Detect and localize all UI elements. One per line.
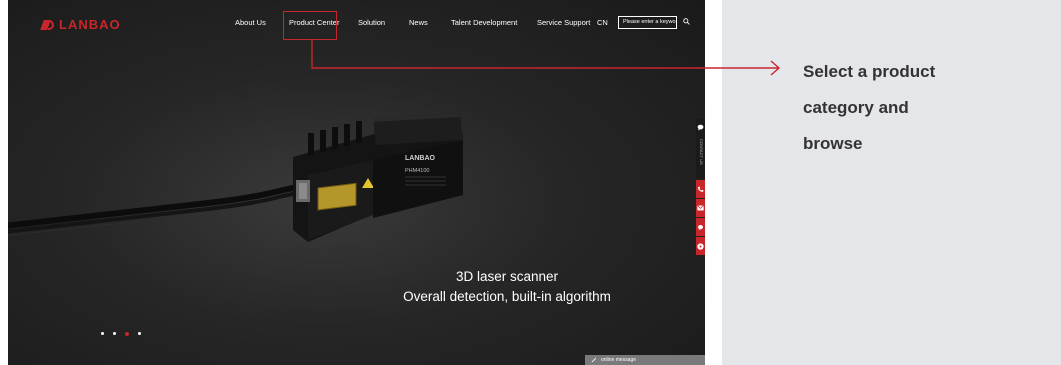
phone-icon xyxy=(698,186,704,192)
hero-caption: 3D laser scanner Overall detection, buil… xyxy=(384,269,630,305)
contact-panel[interactable]: CONTACT US xyxy=(696,119,705,179)
nav-item-news[interactable]: News xyxy=(409,18,428,27)
pencil-icon xyxy=(591,357,597,363)
nav-item-talent-development[interactable]: Talent Development xyxy=(451,18,517,27)
annotation-text: Select a product category and browse xyxy=(803,54,1003,162)
nav-item-service-support[interactable]: Service Support xyxy=(537,18,590,27)
brand-logo[interactable]: LANBAO xyxy=(42,17,121,32)
carousel-dot[interactable] xyxy=(113,332,116,335)
search-icon[interactable] xyxy=(683,18,690,25)
carousel-dot-active[interactable] xyxy=(125,331,129,336)
search-input[interactable]: Please enter a keyword xyxy=(618,16,677,29)
nav-item-language-cn[interactable]: CN xyxy=(597,18,608,27)
hero-subtitle: Overall detection, built-in algorithm xyxy=(403,289,611,304)
nav-item-about-us[interactable]: About Us xyxy=(235,18,266,27)
logo-text: LANBAO xyxy=(59,17,121,32)
annotation-line-3: browse xyxy=(803,134,863,153)
device-brand-label: LANBAO xyxy=(405,155,435,162)
play-icon xyxy=(697,242,704,250)
hero-title: 3D laser scanner xyxy=(455,269,559,284)
carousel-indicators xyxy=(101,331,141,336)
video-button[interactable] xyxy=(696,237,705,255)
online-message-bar[interactable]: online message xyxy=(585,355,705,365)
laser-scanner-product-image: LANBAO PHM4100 xyxy=(8,113,463,242)
phone-button[interactable] xyxy=(696,180,705,198)
online-message-label: online message xyxy=(601,357,637,363)
top-navigation: LANBAO About Us Product Center Solution … xyxy=(8,0,705,48)
annotation-line-1: Select a product xyxy=(803,62,936,81)
mail-icon xyxy=(697,205,704,211)
email-button[interactable] xyxy=(696,199,705,217)
website-screenshot: LANBAO PHM4100 LANBAO About Us Product C… xyxy=(8,0,705,365)
carousel-dot[interactable] xyxy=(138,332,141,335)
annotation-line-2: category and xyxy=(803,98,909,117)
floating-contact-bar: CONTACT US xyxy=(696,119,705,259)
logo-mark-icon xyxy=(42,19,56,31)
chat-bubble-icon xyxy=(697,124,704,131)
product-center-highlight xyxy=(283,11,337,40)
contact-us-label: CONTACT US xyxy=(699,139,704,165)
device-model-label: PHM4100 xyxy=(405,168,429,174)
carousel-dot[interactable] xyxy=(101,332,104,335)
chat-icon xyxy=(698,224,703,230)
wechat-button[interactable] xyxy=(696,218,705,236)
nav-item-solution[interactable]: Solution xyxy=(358,18,385,27)
